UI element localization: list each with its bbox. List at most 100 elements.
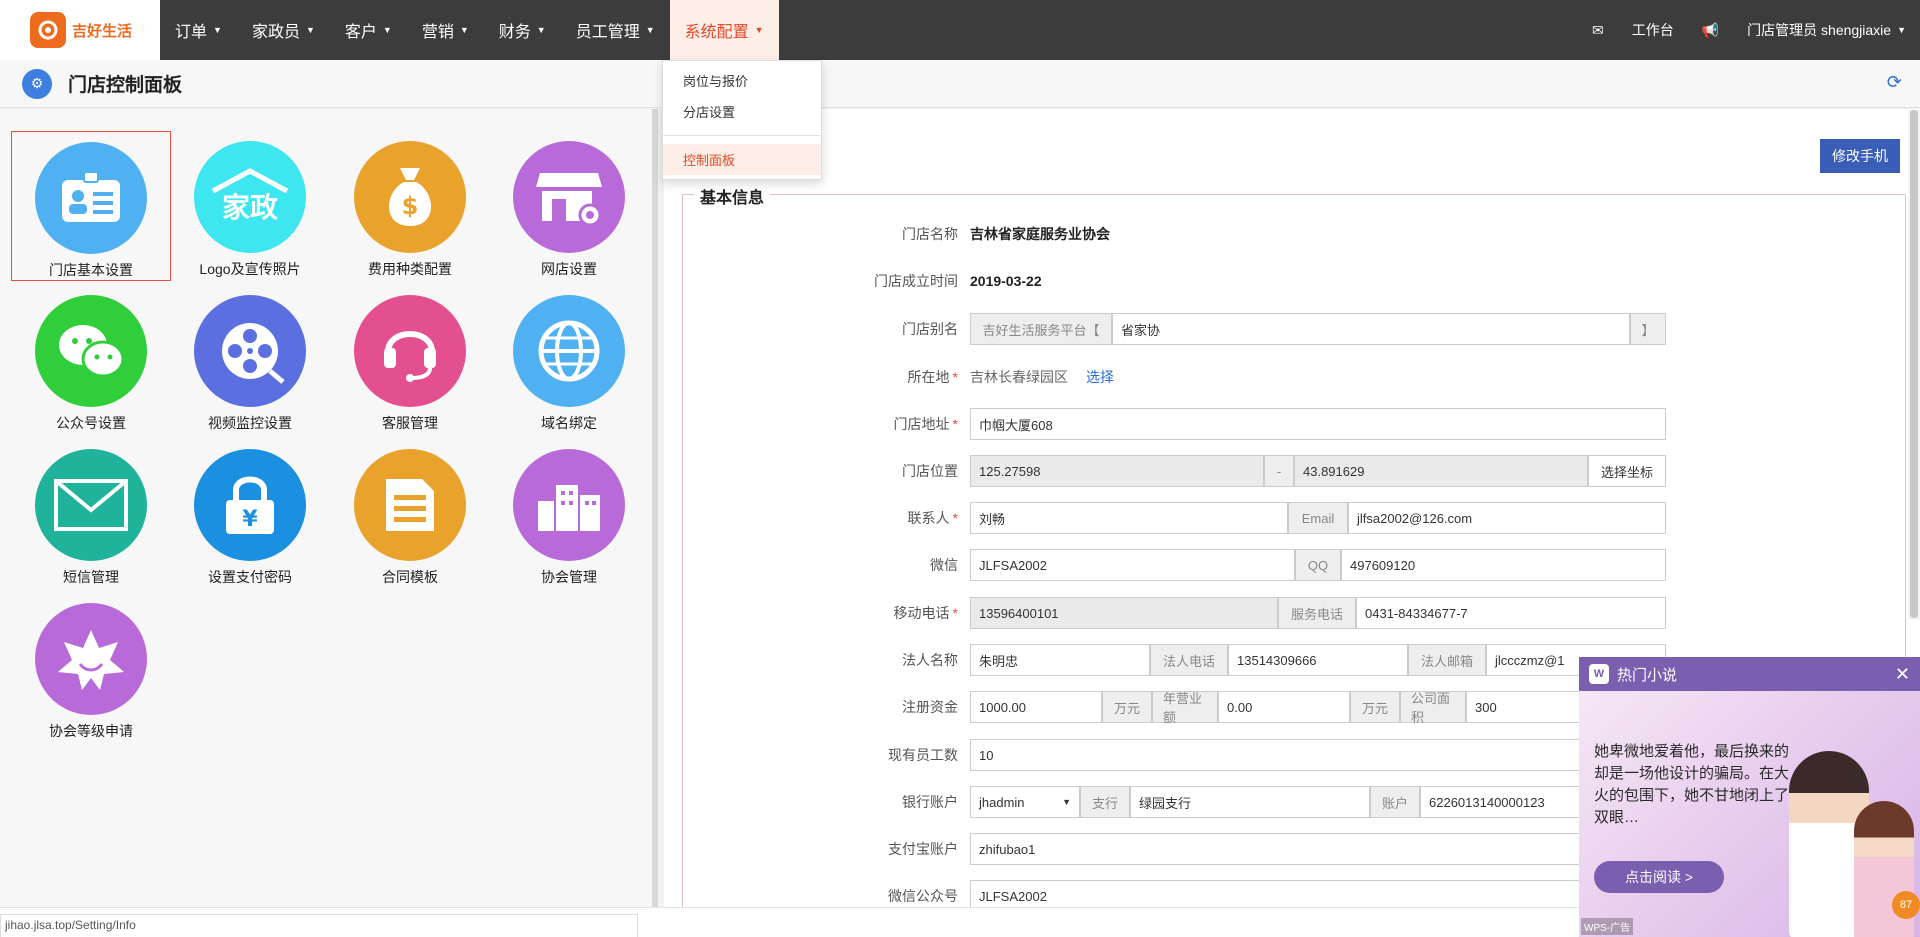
nav-label: 订单 — [175, 24, 208, 41]
tile-label: 客服管理 — [382, 415, 438, 431]
user-menu[interactable]: 门店管理员 shengjiaxie ▼ — [1733, 0, 1920, 60]
dropdown-item-branches[interactable]: 分店设置 — [663, 96, 821, 127]
select-location-link[interactable]: 选择 — [1086, 367, 1114, 387]
label-alipay: 支付宝账户 — [888, 841, 958, 857]
film-reel-icon — [194, 295, 306, 407]
nav-item-customers[interactable]: 客户 ▼ — [330, 0, 407, 60]
tile-association-level[interactable]: 协会等级申请 — [11, 593, 171, 743]
capital-input[interactable]: 1000.00 — [970, 691, 1102, 723]
address-input[interactable]: 巾帼大厦608 — [970, 408, 1666, 440]
tile-online-store[interactable]: 网店设置 — [489, 131, 649, 281]
pick-coordinate-button[interactable]: 选择坐标 — [1588, 455, 1666, 487]
caret-down-icon: ▼ — [382, 25, 392, 35]
ad-tag: WPS-广告 — [1581, 918, 1634, 935]
wechat-input[interactable]: JLFSA2002 — [970, 549, 1295, 581]
tile-label: 短信管理 — [63, 569, 119, 585]
tile-label: 协会管理 — [541, 569, 597, 585]
tile-label: 合同模板 — [382, 569, 438, 585]
main-menu: 订单 ▼ 家政员 ▼ 客户 ▼ 营销 ▼ 财务 ▼ 员工管理 ▼ 系统配置 ▼ — [160, 0, 779, 60]
tile-logo-photos[interactable]: 家政 Logo及宣传照片 — [170, 131, 330, 281]
label-address: 门店地址 * — [664, 414, 970, 434]
envelope-icon — [35, 449, 147, 561]
close-icon[interactable]: ✕ — [1895, 664, 1910, 685]
label-legal: 法人名称 — [902, 652, 958, 668]
label-wxmp: 微信公众号 — [888, 888, 958, 904]
ad-body[interactable]: 她卑微地爱着他，最后换来的却是一场他设计的骗局。在大火的包围下，她不甘地闭上了双… — [1579, 691, 1920, 937]
alias-prefix: 吉好生活服务平台【 — [970, 313, 1112, 345]
tile-label: 网店设置 — [541, 261, 597, 277]
nav-item-orders[interactable]: 订单 ▼ — [160, 0, 237, 60]
tile-label: Logo及宣传照片 — [199, 261, 301, 277]
alias-input[interactable]: 省家协 — [1112, 313, 1630, 345]
caret-down-icon: ▼ — [1062, 797, 1071, 807]
edit-phone-button[interactable]: 修改手机 — [1820, 139, 1900, 173]
vertical-scrollbar[interactable] — [1908, 110, 1920, 620]
revenue-input[interactable]: 0.00 — [1218, 691, 1350, 723]
tile-wechat-account[interactable]: 公众号设置 — [11, 285, 171, 435]
label-store-name: 门店名称 — [902, 226, 958, 242]
tile-payment-password[interactable]: ¥ 设置支付密码 — [170, 439, 330, 589]
row-position: 门店位置 125.27598 - 43.891629 选择坐标 — [664, 455, 1920, 487]
legal-phone-input[interactable]: 13514309666 — [1228, 644, 1408, 676]
tile-sms-management[interactable]: 短信管理 — [11, 439, 171, 589]
nav-label: 财务 — [498, 24, 531, 41]
id-card-icon — [35, 142, 147, 254]
scrollbar-thumb[interactable] — [1910, 110, 1918, 618]
dropdown-item-positions[interactable]: 岗位与报价 — [663, 65, 821, 96]
longitude-input[interactable]: 125.27598 — [970, 455, 1264, 487]
bank-select-value: jhadmin — [979, 794, 1025, 810]
tile-association-management[interactable]: 协会管理 — [489, 439, 649, 589]
nav-item-staff[interactable]: 员工管理 ▼ — [561, 0, 670, 60]
svg-text:家政: 家政 — [222, 191, 278, 224]
alias-suffix: 】 — [1630, 313, 1666, 345]
staff-input[interactable]: 10 — [970, 739, 1666, 771]
buildings-icon — [513, 449, 625, 561]
service-phone-input[interactable]: 0431-84334677-7 — [1356, 597, 1666, 629]
tile-contract-template[interactable]: 合同模板 — [330, 439, 490, 589]
basic-info-legend: 基本信息 — [694, 184, 771, 208]
tile-fee-types[interactable]: $ 费用种类配置 — [330, 131, 490, 281]
legal-name-input[interactable]: 朱明忠 — [970, 644, 1150, 676]
tile-label: 公众号设置 — [56, 415, 126, 431]
nav-item-finance[interactable]: 财务 ▼ — [484, 0, 561, 60]
qq-input[interactable]: 497609120 — [1341, 549, 1666, 581]
nav-label: 员工管理 — [575, 24, 640, 41]
branch-input[interactable]: 绿园支行 — [1130, 786, 1370, 818]
ad-read-button[interactable]: 点击阅读 > — [1594, 861, 1724, 893]
nav-item-housekeepers[interactable]: 家政员 ▼ — [237, 0, 330, 60]
mail-button[interactable]: ✉ — [1578, 0, 1618, 60]
workbench-label: 工作台 — [1631, 22, 1674, 38]
caret-down-icon: ▼ — [754, 25, 764, 35]
notification-button[interactable]: 📢 — [1688, 0, 1733, 60]
tile-customer-service[interactable]: 客服管理 — [330, 285, 490, 435]
label-contact: 联系人 * — [664, 508, 970, 528]
alipay-input[interactable]: zhifubao1 — [970, 833, 1666, 865]
status-url: jihao.jlsa.top/Setting/Info — [0, 914, 638, 937]
revenue-unit: 万元 — [1350, 691, 1400, 723]
tile-store-basic-settings[interactable]: 门店基本设置 — [11, 131, 171, 281]
label-founded: 门店成立时间 — [874, 273, 958, 289]
workbench-link[interactable]: 工作台 — [1618, 0, 1688, 60]
email-input[interactable]: jlfsa2002@126.com — [1348, 502, 1666, 534]
caret-down-icon: ▼ — [305, 25, 315, 35]
latitude-input[interactable]: 43.891629 — [1294, 455, 1588, 487]
nav-item-marketing[interactable]: 营销 ▼ — [407, 0, 484, 60]
gear-icon: ⚙ — [22, 68, 52, 99]
headset-icon — [354, 295, 466, 407]
tile-label: 门店基本设置 — [49, 262, 133, 278]
lock-icon: ¥ — [194, 449, 306, 561]
brand-name: 吉好生活 — [72, 22, 133, 40]
label-capital: 注册资金 — [902, 699, 958, 715]
tile-domain-binding[interactable]: 域名绑定 — [489, 285, 649, 435]
nav-item-system-config[interactable]: 系统配置 ▼ — [669, 0, 779, 60]
top-navbar: 吉好生活 订单 ▼ 家政员 ▼ 客户 ▼ 营销 ▼ 财务 ▼ 员工管理 ▼ 系统配置 ▼ ✉ … — [0, 0, 1920, 60]
brand-logo[interactable]: 吉好生活 — [0, 0, 160, 60]
tile-video-monitoring[interactable]: 视频监控设置 — [170, 285, 330, 435]
refresh-icon[interactable]: ⟳ — [1887, 72, 1902, 93]
tile-label: 费用种类配置 — [368, 261, 452, 277]
document-icon — [354, 449, 466, 561]
caret-down-icon: ▼ — [536, 25, 546, 35]
bank-select[interactable]: jhadmin ▼ — [970, 786, 1080, 818]
contact-input[interactable]: 刘畅 — [970, 502, 1288, 534]
dropdown-item-control-panel[interactable]: 控制面板 — [663, 144, 821, 175]
